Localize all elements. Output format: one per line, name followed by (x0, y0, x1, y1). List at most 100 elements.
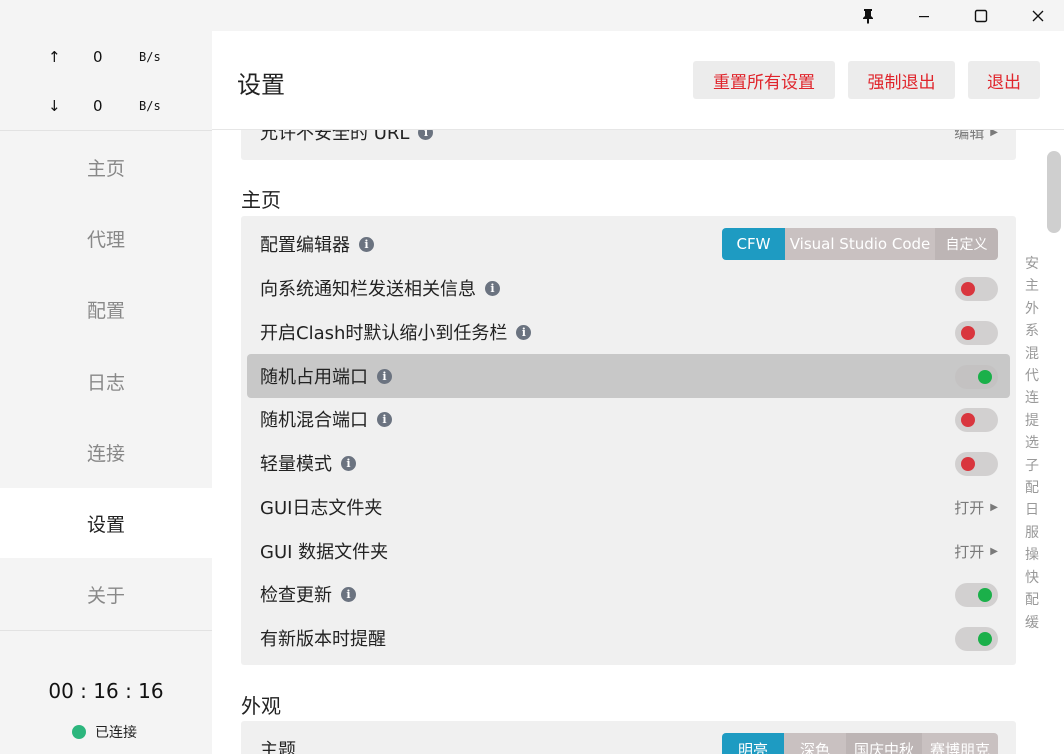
gui-data-open-link[interactable]: 打开 ▶ (954, 529, 998, 573)
close-icon[interactable] (1010, 0, 1064, 31)
nav-item-home[interactable]: 主页 (0, 132, 212, 202)
info-icon[interactable]: i (485, 280, 500, 296)
edit-label: 编辑 (954, 130, 985, 142)
nav-item-logs[interactable]: 日志 (0, 346, 212, 416)
random-port-toggle[interactable] (955, 365, 998, 389)
section-index-item[interactable]: 操 (1021, 544, 1043, 566)
toggle-knob (978, 632, 992, 646)
lite-mode-row: 轻量模式 i (241, 441, 1016, 485)
random-mixed-toggle[interactable] (955, 408, 998, 432)
home-settings-card: 配置编辑器 i CFW Visual Studio Code 自定义 向系统通知栏… (241, 216, 1016, 665)
random-port-row: 随机占用端口 i (247, 354, 1010, 398)
info-icon[interactable]: i (341, 455, 356, 471)
appearance-card: 主题 明亮 深色 国庆中秋 赛博朋克 (241, 721, 1016, 754)
upload-value: 0 (93, 48, 103, 66)
check-update-row: 检查更新 i (241, 572, 1016, 616)
info-icon[interactable]: i (377, 411, 392, 427)
theme-option-dark[interactable]: 深色 (784, 733, 846, 754)
theme-segmented-control[interactable]: 明亮 深色 国庆中秋 赛博朋克 (722, 733, 998, 754)
editor-option-vscode[interactable]: Visual Studio Code (785, 228, 935, 260)
settings-scroll-area[interactable]: 允许不安全的 URL i 编辑 ▶ 主页 配置编辑器 i CFW Visual Stu… (212, 130, 1064, 754)
maximize-icon[interactable] (953, 0, 1009, 31)
theme-option-light[interactable]: 明亮 (722, 733, 784, 754)
new-version-label: 有新版本时提醒 (260, 629, 386, 650)
uptime-timer: 00 : 16 : 16 (48, 679, 164, 703)
main-panel: 设置 重置所有设置 强制退出 退出 允许不安全的 URL i 编辑 ▶ 主页 配置编… (212, 31, 1064, 754)
section-index-item[interactable]: 日 (1021, 499, 1043, 521)
gui-log-row: GUI日志文件夹 打开 ▶ (241, 485, 1016, 529)
toggle-knob (961, 413, 975, 427)
open-label: 打开 (954, 542, 985, 561)
section-index-item[interactable]: 配 (1021, 589, 1043, 611)
minimize-icon[interactable] (896, 0, 952, 31)
info-icon[interactable]: i (359, 236, 374, 252)
section-index-item[interactable]: 提 (1021, 410, 1043, 432)
toggle-knob (961, 326, 975, 340)
section-title-home: 主页 (241, 188, 281, 212)
info-icon[interactable]: i (377, 368, 392, 384)
editor-row: 配置编辑器 i CFW Visual Studio Code 自定义 (241, 222, 1016, 266)
section-index-item[interactable]: 混 (1021, 343, 1043, 365)
editor-option-cfw[interactable]: CFW (722, 228, 785, 260)
theme-option-festival[interactable]: 国庆中秋 (846, 733, 922, 754)
minimize-toggle[interactable] (955, 321, 998, 345)
section-index-item[interactable]: 主 (1021, 275, 1043, 297)
gui-log-open-link[interactable]: 打开 ▶ (954, 485, 998, 529)
lite-mode-toggle[interactable] (955, 452, 998, 476)
lite-mode-label: 轻量模式 (260, 454, 332, 475)
section-index-item[interactable]: 外 (1021, 298, 1043, 320)
check-update-toggle[interactable] (955, 583, 998, 607)
editor-option-custom[interactable]: 自定义 (935, 228, 998, 260)
page-header: 设置 重置所有设置 强制退出 退出 (212, 31, 1064, 130)
allow-insecure-url-row[interactable]: 允许不安全的 URL i 编辑 ▶ (241, 130, 1016, 154)
nav-item-about[interactable]: 关于 (0, 559, 212, 629)
caret-right-icon: ▶ (990, 545, 998, 557)
section-index-item[interactable]: 快 (1021, 567, 1043, 589)
nav-item-profiles[interactable]: 配置 (0, 274, 212, 344)
quit-button[interactable]: 退出 (968, 61, 1040, 99)
scrollbar-thumb[interactable] (1047, 151, 1061, 233)
theme-option-cyberpunk[interactable]: 赛博朋克 (922, 733, 998, 754)
open-label: 打开 (954, 498, 985, 517)
connection-status: 已连接 (72, 722, 137, 742)
section-index-item[interactable]: 配 (1021, 477, 1043, 499)
info-icon[interactable]: i (418, 130, 434, 140)
nav-item-connections[interactable]: 连接 (0, 417, 212, 487)
editor-segmented-control[interactable]: CFW Visual Studio Code 自定义 (722, 228, 998, 260)
connection-label: 已连接 (95, 725, 137, 741)
section-index-item[interactable]: 代 (1021, 365, 1043, 387)
caret-right-icon: ▶ (990, 501, 998, 513)
info-icon[interactable]: i (341, 586, 356, 602)
info-icon[interactable]: i (516, 324, 532, 340)
section-index-item[interactable]: 服 (1021, 522, 1043, 544)
connection-dot-icon (72, 725, 86, 739)
section-index-item[interactable]: 安 (1021, 253, 1043, 275)
nav-item-proxy[interactable]: 代理 (0, 203, 212, 273)
section-index-item[interactable]: 连 (1021, 387, 1043, 409)
download-arrow-icon: ↓ (48, 97, 61, 115)
editor-label: 配置编辑器 (260, 235, 350, 256)
nav-item-settings[interactable]: 设置 (0, 488, 212, 558)
section-index-item[interactable]: 子 (1021, 455, 1043, 477)
gui-data-row: GUI 数据文件夹 打开 ▶ (241, 529, 1016, 573)
reset-all-button[interactable]: 重置所有设置 (693, 61, 835, 99)
gui-log-label: GUI日志文件夹 (260, 498, 383, 519)
notify-row: 向系统通知栏发送相关信息 i (241, 266, 1016, 310)
download-unit: B/s (139, 99, 161, 113)
title-bar (0, 0, 1064, 31)
notify-toggle[interactable] (955, 277, 998, 301)
toggle-knob (961, 457, 975, 471)
section-index-item[interactable]: 系 (1021, 320, 1043, 342)
edit-link[interactable]: 编辑 ▶ (954, 130, 998, 154)
upload-unit: B/s (139, 50, 161, 64)
pin-icon[interactable] (840, 0, 896, 31)
status-panel: 00 : 16 : 16 已连接 (0, 630, 212, 754)
section-index-item[interactable]: 缓 (1021, 612, 1043, 634)
section-index-item[interactable]: 选 (1021, 432, 1043, 454)
new-version-toggle[interactable] (955, 627, 998, 651)
force-quit-button[interactable]: 强制退出 (848, 61, 955, 99)
download-speed: ↓ 0 B/s (0, 91, 212, 121)
section-title-appearance: 外观 (241, 694, 281, 718)
upload-arrow-icon: ↑ (48, 48, 61, 66)
section-index: 安主外系混代连提选子配日服操快配缓 (1021, 253, 1043, 634)
